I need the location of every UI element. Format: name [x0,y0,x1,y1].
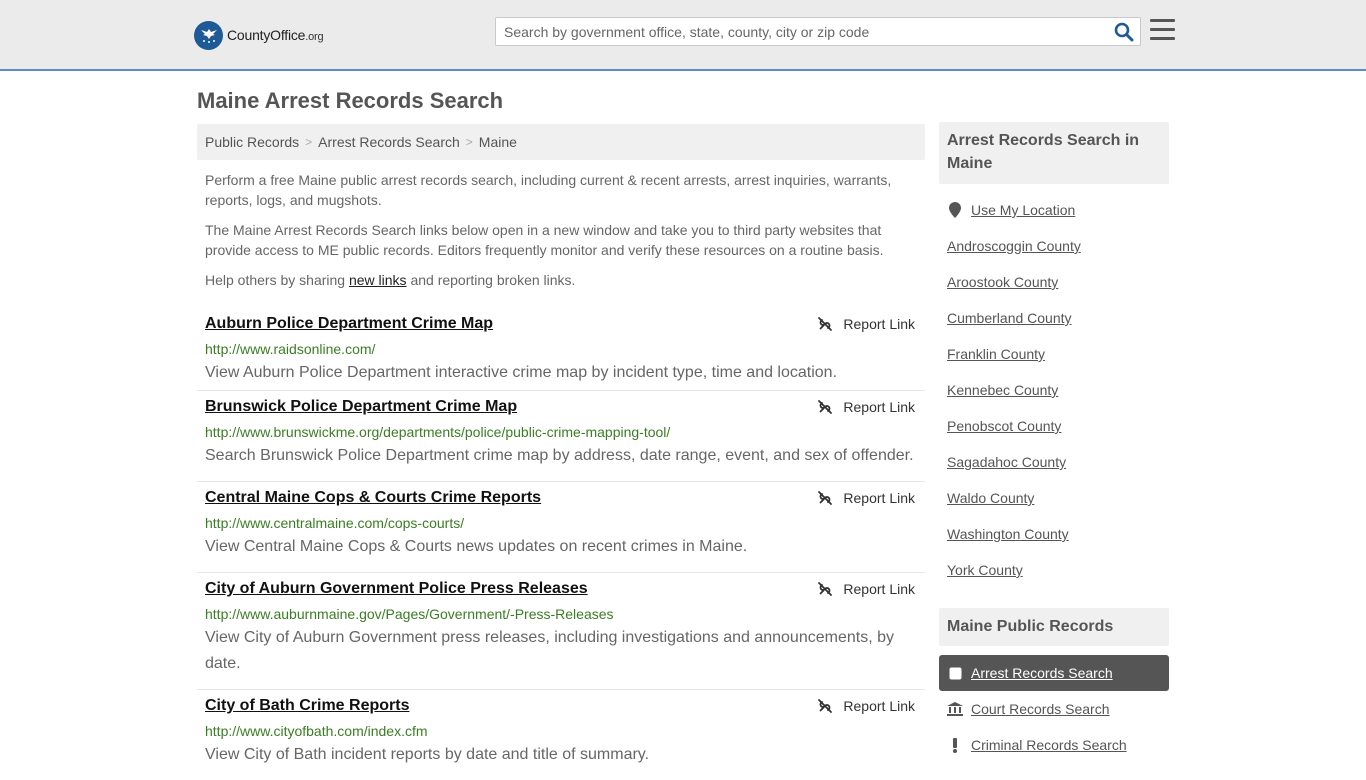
intro-paragraph-2: The Maine Arrest Records Search links be… [205,222,884,258]
result-item: City of Auburn Government Police Press R… [197,573,925,690]
sidebar-item-county[interactable]: Penobscot County [939,408,1169,444]
broken-link-icon [818,699,833,713]
broken-link-icon [818,400,833,414]
court-records-link[interactable]: Court Records Search [971,701,1110,717]
exclamation-icon [947,737,963,753]
site-logo[interactable]: CountyOffice.org [194,20,324,50]
county-link[interactable]: Cumberland County [947,310,1072,326]
sidebar-item-county[interactable]: Kennebec County [939,372,1169,408]
result-url: http://www.brunswickme.org/departments/p… [205,424,671,440]
result-description: View Central Maine Cops & Courts news up… [205,538,748,555]
page-title: Maine Arrest Records Search [197,88,504,113]
county-link[interactable]: Aroostook County [947,274,1058,290]
intro-text-before: Help others by sharing [205,272,349,288]
top-bar: CountyOffice.org [0,0,1366,71]
sidebar-item-court-records[interactable]: Court Records Search [939,691,1169,727]
sidebar-item-county[interactable]: Aroostook County [939,264,1169,300]
results-list: Auburn Police Department Crime Map http:… [197,308,925,780]
county-link[interactable]: Washington County [947,526,1069,542]
breadcrumb: Public Records > Arrest Records Search >… [197,124,925,160]
result-description: View Auburn Police Department interactiv… [205,364,838,381]
result-url: http://www.centralmaine.com/cops-courts/ [205,515,465,531]
report-link-label: Report Link [843,490,915,506]
sidebar-records-heading: Maine Public Records [939,608,1169,646]
result-url: http://www.raidsonline.com/ [205,341,376,357]
search-input[interactable] [504,21,1104,43]
map-pin-icon [947,202,963,218]
intro-paragraph-3: Help others by sharing new links and rep… [205,270,915,290]
report-link-button[interactable]: Report Link [817,395,915,419]
sidebar-item-county[interactable]: Sagadahoc County [939,444,1169,480]
hamburger-menu-icon[interactable] [1150,19,1175,41]
sidebar-counties-heading: Arrest Records Search in Maine [939,122,1169,184]
county-link[interactable]: Androscoggin County [947,238,1081,254]
county-link[interactable]: Kennebec County [947,382,1058,398]
arrest-records-link[interactable]: Arrest Records Search [971,665,1113,681]
result-item: City of Bath Crime Reports http://www.ci… [197,690,925,780]
search-box [495,17,1141,46]
logo-name: CountyOffice [227,27,306,43]
chevron-right-icon: > [465,135,473,149]
result-title-link[interactable]: City of Bath Crime Reports [205,694,409,718]
county-link[interactable]: York County [947,562,1023,578]
sidebar-item-county[interactable]: Franklin County [939,336,1169,372]
sidebar-item-arrest-records[interactable]: Arrest Records Search [939,655,1169,691]
broken-link-icon [818,491,833,505]
sidebar-item-county[interactable]: Cumberland County [939,300,1169,336]
result-item: Brunswick Police Department Crime Map ht… [197,391,925,482]
county-link[interactable]: Waldo County [947,490,1034,506]
report-link-button[interactable]: Report Link [817,486,915,510]
sidebar-item-criminal-records[interactable]: Criminal Records Search [939,727,1169,763]
sidebar-item-county[interactable]: Waldo County [939,480,1169,516]
report-link-button[interactable]: Report Link [817,577,915,601]
use-my-location-item[interactable]: Use My Location [939,192,1169,228]
breadcrumb-public-records[interactable]: Public Records [205,134,299,150]
report-link-button[interactable]: Report Link [817,694,915,718]
square-icon [947,667,963,680]
search-icon[interactable] [1114,22,1134,42]
result-title-link[interactable]: Auburn Police Department Crime Map [205,312,493,336]
result-title-link[interactable]: Brunswick Police Department Crime Map [205,395,517,419]
report-link-button[interactable]: Report Link [817,312,915,336]
result-url: http://www.auburnmaine.gov/Pages/Governm… [205,606,614,622]
logo-text: CountyOffice.org [227,27,324,43]
result-description: View City of Bath incident reports by da… [205,746,650,763]
courthouse-icon [947,702,963,716]
broken-link-icon [818,582,833,596]
county-link[interactable]: Penobscot County [947,418,1061,434]
sidebar-item-county[interactable]: Androscoggin County [939,228,1169,264]
report-link-label: Report Link [843,399,915,415]
county-link[interactable]: Sagadahoc County [947,454,1066,470]
intro-text-after: and reporting broken links. [406,272,576,288]
new-links-link[interactable]: new links [349,272,407,288]
county-link[interactable]: Franklin County [947,346,1045,362]
result-item: Auburn Police Department Crime Map http:… [197,308,925,391]
chevron-right-icon: > [305,135,313,149]
result-item: Central Maine Cops & Courts Crime Report… [197,482,925,573]
breadcrumb-arrest-records[interactable]: Arrest Records Search [318,134,460,150]
broken-link-icon [818,317,833,331]
report-link-label: Report Link [843,698,915,714]
result-description: Search Brunswick Police Department crime… [205,447,914,464]
result-title-link[interactable]: City of Auburn Government Police Press R… [205,577,588,601]
sidebar-records-list: Arrest Records Search Court Records Sear… [939,655,1169,763]
report-link-label: Report Link [843,316,915,332]
criminal-records-link[interactable]: Criminal Records Search [971,737,1127,753]
intro-paragraph-1: Perform a free Maine public arrest recor… [205,172,892,208]
result-url: http://www.cityofbath.com/index.cfm [205,723,428,739]
result-title-link[interactable]: Central Maine Cops & Courts Crime Report… [205,486,541,510]
breadcrumb-maine: Maine [478,134,517,150]
sidebar-county-list: Use My Location Androscoggin County Aroo… [939,192,1169,588]
use-my-location-link[interactable]: Use My Location [971,202,1075,218]
result-description: View City of Auburn Government press rel… [205,629,894,672]
report-link-label: Report Link [843,581,915,597]
logo-tld: .org [305,31,324,43]
sidebar-item-county[interactable]: York County [939,552,1169,588]
sidebar-item-county[interactable]: Washington County [939,516,1169,552]
eagle-icon [194,20,223,50]
